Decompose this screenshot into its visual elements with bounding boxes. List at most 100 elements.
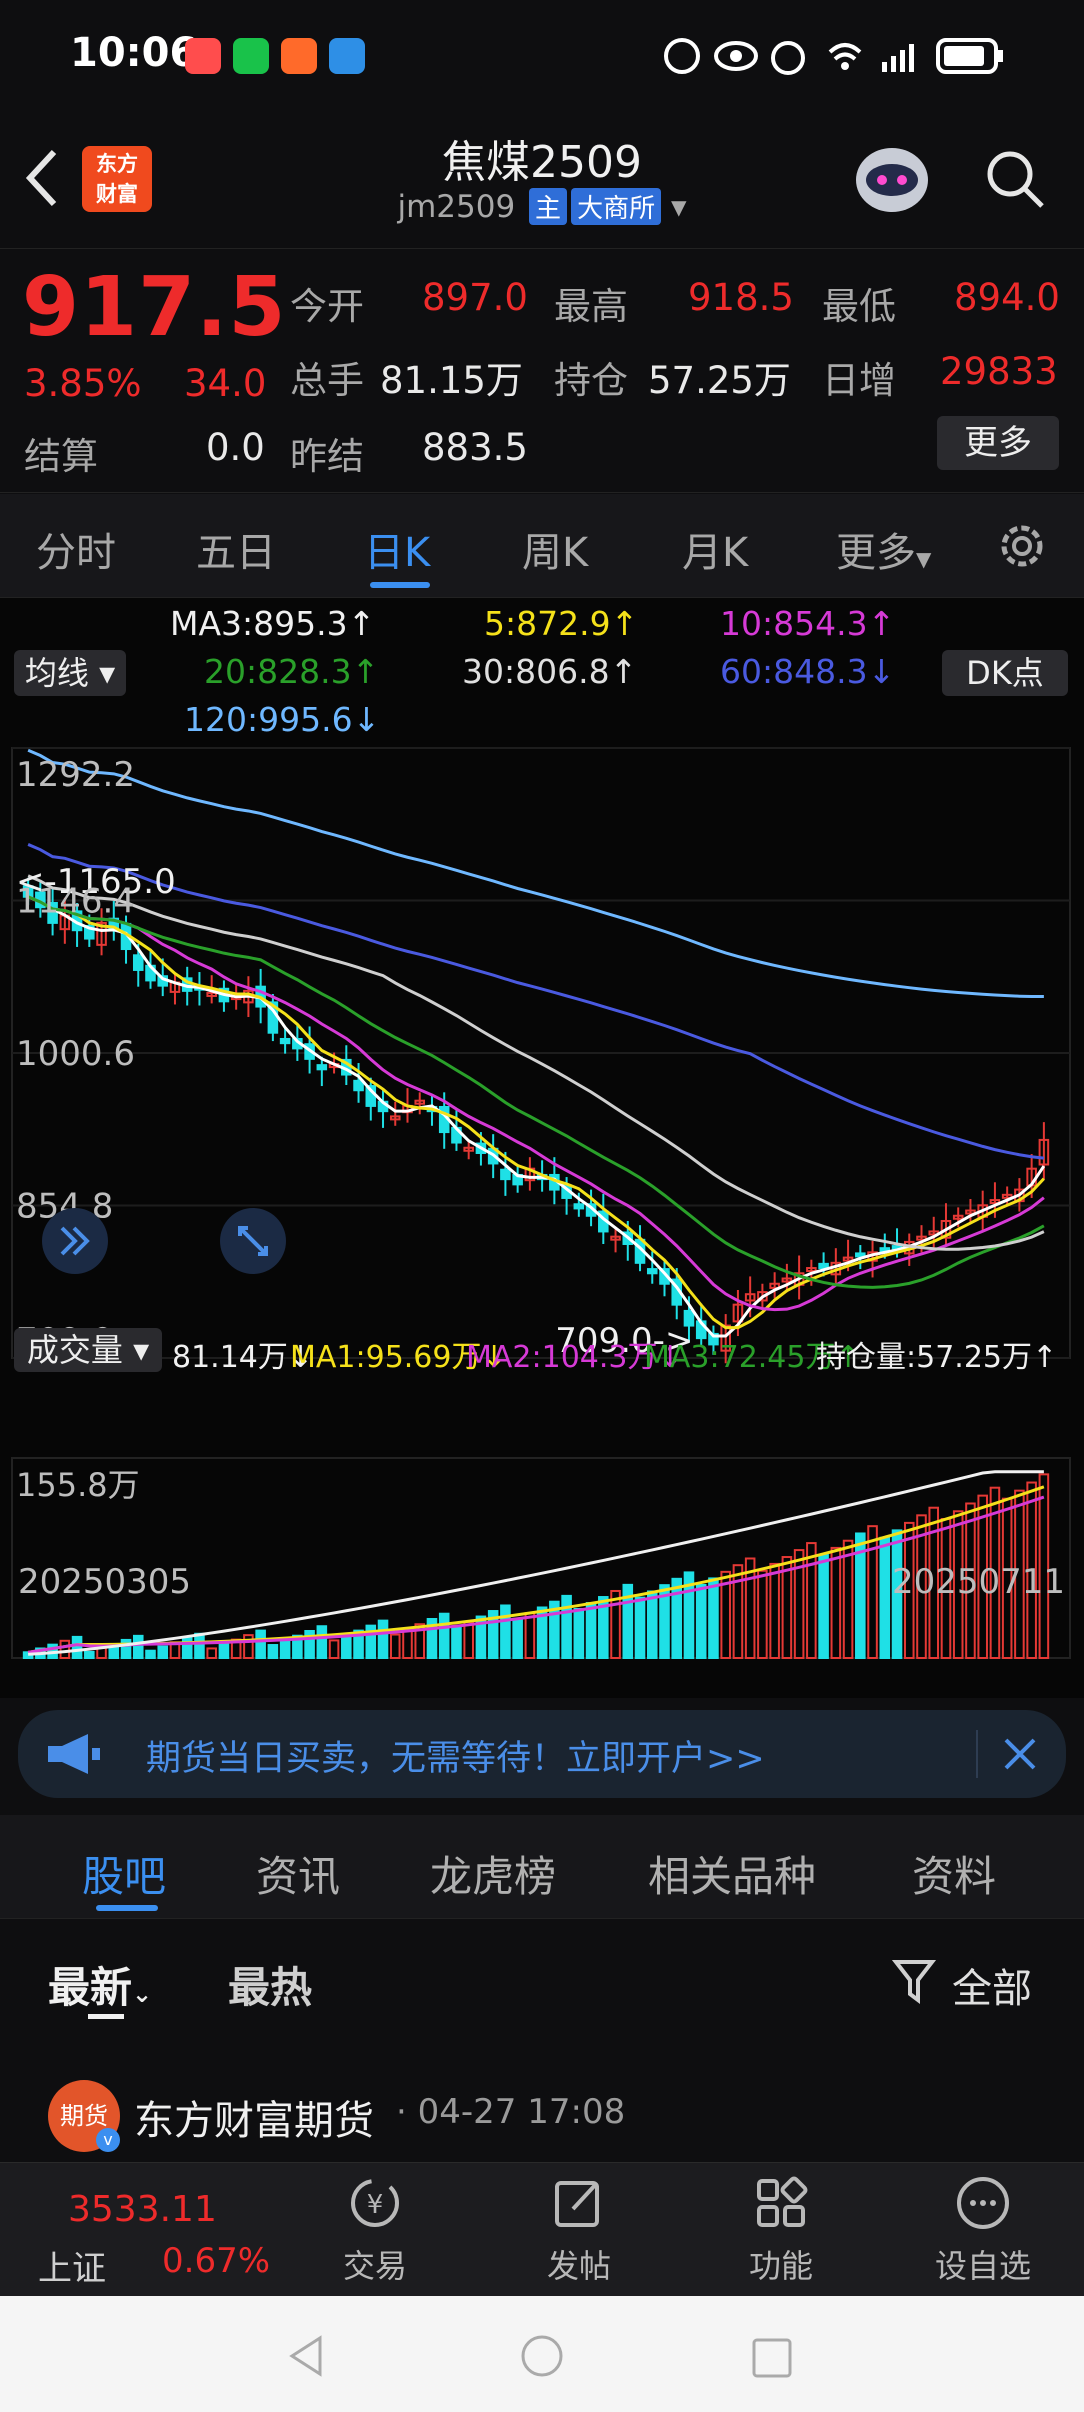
volume-bar [879, 1536, 891, 1659]
filter-icon[interactable] [892, 1956, 936, 2006]
yuan-cycle-icon: ¥ [351, 2179, 399, 2227]
nav-trade[interactable]: ¥ 交易 [310, 2173, 440, 2287]
candle-body [500, 1168, 511, 1181]
period-tabs: 分时 五日 日K 周K 月K 更多▼ [0, 494, 1084, 598]
volume-bar [145, 1649, 156, 1659]
system-home-icon[interactable] [520, 2334, 564, 2378]
filter-all[interactable]: 全部 [952, 1956, 1032, 2014]
candle-body [316, 1064, 328, 1071]
more-quote-button[interactable]: 更多 [937, 416, 1059, 470]
volume-bar [377, 1619, 389, 1659]
main-contract-badge: 主 [529, 188, 568, 225]
banner-divider [976, 1730, 978, 1778]
post-filters: 最新⌄ 最热 全部 [0, 1920, 1084, 2032]
volume-bar [438, 1612, 450, 1660]
volume-bar [132, 1634, 144, 1660]
app-notification-icon-3 [329, 38, 365, 74]
tab-news[interactable]: 资讯 [256, 1843, 340, 1904]
tab-daily-k[interactable]: 日K [364, 520, 430, 578]
tab-dragon-tiger[interactable]: 龙虎榜 [430, 1843, 556, 1904]
bottom-nav: 3533.11 上证 0.67% ¥ 交易 发帖 功能 设自选 [0, 2162, 1084, 2296]
filter-latest[interactable]: 最新⌄ [48, 1954, 152, 2015]
exchange-badge: 大商所 [571, 188, 662, 225]
volume-indicator-selector[interactable]: 成交量 ▾ [14, 1328, 162, 1372]
tab-forum[interactable]: 股吧 [82, 1843, 166, 1904]
app-notification-icon [185, 38, 221, 74]
tab-monthly-k[interactable]: 月K [682, 520, 748, 578]
date-end-label: 20250711 [892, 1562, 1066, 1602]
post-author[interactable]: 东方财富期货 [134, 2088, 374, 2146]
ma-selector[interactable]: 均线 ▾ [14, 650, 126, 696]
volume-value: 81.15万 [380, 359, 523, 402]
expand-chevron-icon[interactable] [40, 1206, 110, 1276]
banner-text: 期货当日买卖，无需等待！立即开户>> [146, 1739, 765, 1779]
volume-bar [867, 1525, 878, 1659]
volume-bar [328, 1639, 340, 1660]
ma5-label: 5:872.9↑ [484, 604, 639, 643]
volume-bar [218, 1643, 230, 1659]
active-subtab-indicator [96, 1905, 158, 1911]
prev-settle-label: 昨结 [290, 435, 364, 478]
ma120-label: 120:995.6↓ [184, 700, 381, 739]
open-label: 今开 [290, 285, 364, 328]
system-nav-bar [0, 2296, 1084, 2412]
low-value: 894.0 [954, 276, 1060, 319]
open-interest-value: 57.25万 [648, 359, 791, 402]
grid-apps-icon [757, 2176, 808, 2227]
tab-minute[interactable]: 分时 [36, 520, 116, 578]
volume-bar [512, 1617, 523, 1660]
index-name: 上证 [38, 2249, 106, 2289]
kline-chart-area: 均线 ▾ DK点 MA3:895.3↑ 5:872.9↑ 10:854.3↑ 2… [0, 598, 1084, 1698]
ma10-line [27, 895, 1045, 1312]
volume-bar [500, 1604, 511, 1660]
nav-functions[interactable]: 功能 [716, 2173, 846, 2287]
ma60-line [27, 843, 1045, 1160]
volume-bar [585, 1602, 597, 1660]
ma30-label: 30:806.8↑ [462, 652, 638, 691]
tab-weekly-k[interactable]: 周K [522, 520, 588, 578]
search-icon[interactable] [982, 146, 1048, 212]
date-start-label: 20250305 [18, 1562, 192, 1602]
volume-bar [769, 1562, 780, 1660]
volume-bar [157, 1645, 169, 1659]
nav-post[interactable]: 发帖 [514, 2173, 644, 2287]
index-value[interactable]: 3533.11 [68, 2189, 217, 2230]
tab-five-day[interactable]: 五日 [196, 520, 276, 578]
chevron-down-icon[interactable]: ▾ [671, 189, 687, 225]
ma30-line [27, 874, 1045, 1251]
candle-body [573, 1203, 585, 1210]
filter-hot[interactable]: 最热 [228, 1954, 312, 2015]
candle-body [353, 1079, 364, 1092]
price-tick-label: 1292.2 [16, 755, 135, 795]
robot-assistant-icon[interactable] [850, 140, 934, 220]
status-bar: 10:06 [0, 0, 1084, 118]
change-value: 34.0 [184, 362, 267, 405]
system-back-icon[interactable] [284, 2334, 328, 2378]
price-tick-label: 1000.6 [16, 1034, 135, 1074]
settle-label: 结算 [24, 435, 98, 478]
fullscreen-icon[interactable] [218, 1206, 288, 1276]
price-tick-label: 1146.4 [16, 882, 135, 922]
tab-profile[interactable]: 资料 [912, 1843, 996, 1904]
high-value: 918.5 [688, 276, 794, 319]
close-icon[interactable] [1000, 1734, 1040, 1774]
open-account-banner[interactable]: 期货当日买卖，无需等待！立即开户>> [18, 1710, 1066, 1798]
content-tabs: 股吧 资讯 龙虎榜 相关品种 资料 [0, 1815, 1084, 1919]
dk-point-button[interactable]: DK点 [942, 650, 1068, 696]
kline-chart[interactable]: <-1165.0709.0-> 1292.21146.41000.6854.87… [0, 738, 1084, 1698]
post-item[interactable]: 期货 v 东方财富期货 · 04-27 17:08 [0, 2032, 1084, 2162]
system-recents-icon[interactable] [750, 2336, 794, 2380]
tab-more[interactable]: 更多▼ [836, 520, 931, 578]
nav-add-watchlist[interactable]: 设自选 [918, 2173, 1048, 2287]
tab-related[interactable]: 相关品种 [648, 1843, 816, 1904]
gear-icon[interactable] [994, 518, 1050, 574]
index-change: 0.67% [162, 2241, 271, 2281]
volume-label: 总手 [290, 359, 364, 402]
filter-latest-underline [88, 2014, 124, 2019]
volume-bar [316, 1625, 328, 1659]
more-dots-icon [957, 2177, 1009, 2229]
volume-bar [402, 1628, 413, 1660]
open-value: 897.0 [422, 276, 528, 319]
candle-body [132, 954, 144, 971]
volume-bar [695, 1583, 707, 1659]
